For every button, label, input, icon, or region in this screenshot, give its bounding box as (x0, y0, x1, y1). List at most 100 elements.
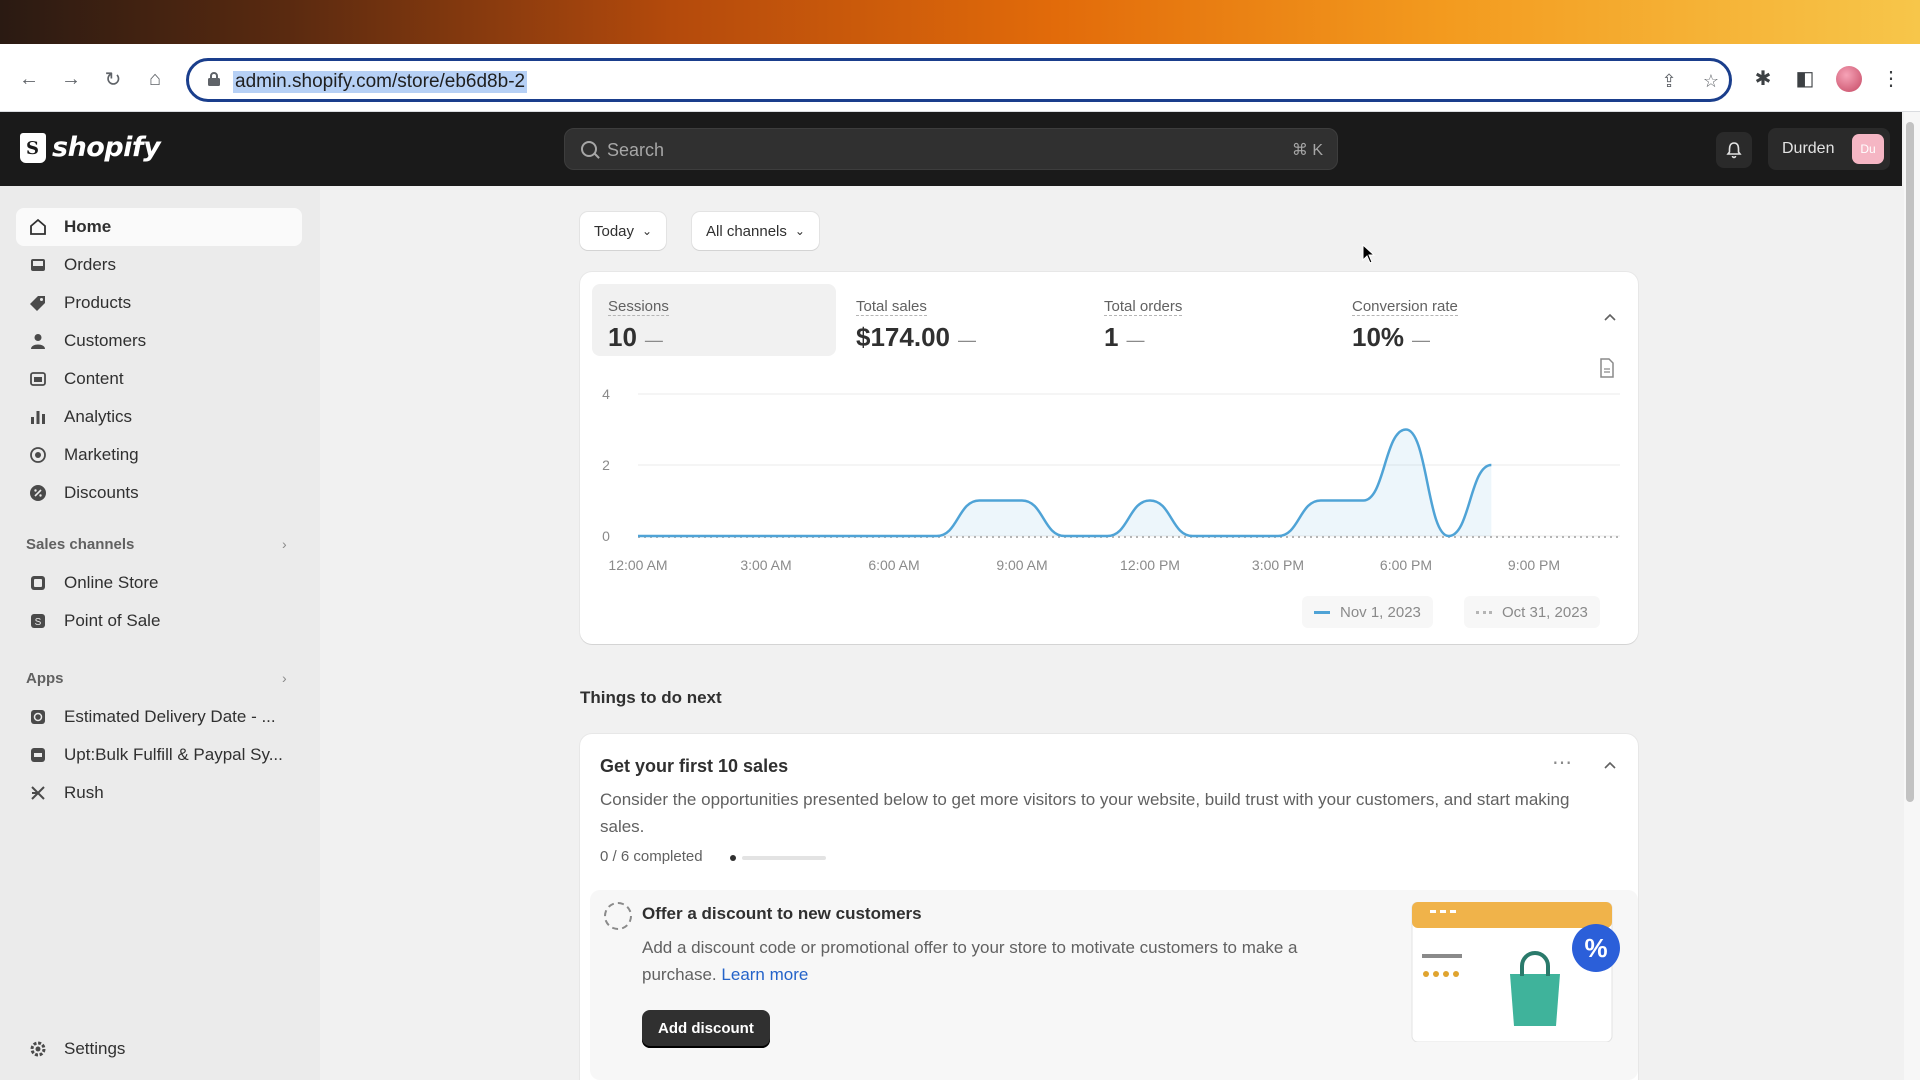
channel-filter-button[interactable]: All channels ⌄ (692, 212, 819, 250)
app-icon (28, 745, 48, 765)
sidebar-item-discounts[interactable]: Discounts (16, 474, 302, 512)
sidebar-item-label: Discounts (64, 483, 139, 502)
sidebar-item-label: Rush (64, 783, 104, 802)
discount-illustration: % (1411, 902, 1620, 1042)
search-input[interactable]: Search ⌘ K (564, 128, 1338, 170)
sidebar-item-label: Content (64, 369, 124, 388)
task-status-icon[interactable] (604, 902, 632, 930)
chevron-up-icon[interactable] (1602, 758, 1618, 774)
sidebar-item-settings[interactable]: Settings (16, 1030, 302, 1068)
user-avatar: Du (1852, 134, 1884, 164)
x-tick-label: 3:00 AM (740, 557, 791, 573)
x-tick-label: 12:00 PM (1120, 557, 1180, 573)
sidebar-item-marketing[interactable]: Marketing (16, 436, 302, 474)
rush-icon (28, 783, 48, 803)
sidebar-item-home[interactable]: Home (16, 208, 302, 246)
things-to-do-heading: Things to do next (580, 688, 722, 707)
sidebar-item-label: Online Store (64, 573, 159, 592)
chevron-right-icon[interactable]: › (282, 536, 287, 552)
sidebar-item-app-bulk-fulfill[interactable]: Upt:Bulk Fulfill & Paypal Sy... (16, 736, 302, 774)
apps-heading[interactable]: Apps (26, 670, 64, 687)
search-shortcut: ⌘ K (1291, 142, 1323, 159)
legend-line-swatch (1314, 610, 1330, 614)
todo-card: Get your first 10 sales ⋯ Consider the o… (580, 734, 1638, 1080)
sidebar-item-orders[interactable]: Orders (16, 246, 302, 284)
x-tick-label: 12:00 AM (608, 557, 667, 573)
sidebar-item-online-store[interactable]: Online Store (16, 564, 302, 602)
search-icon (581, 141, 597, 157)
inbox-icon (28, 255, 48, 275)
sidebar-item-label: Settings (64, 1039, 126, 1058)
series-area-current (638, 429, 1492, 536)
progress-bar (742, 856, 826, 860)
sidebar-item-customers[interactable]: Customers (16, 322, 302, 360)
url-text[interactable]: admin.shopify.com/store/eb6d8b-2 (233, 71, 528, 93)
legend-current-period[interactable]: Nov 1, 2023 (1302, 596, 1433, 628)
extensions-icon[interactable]: ✱ (1750, 66, 1776, 92)
more-actions-icon[interactable]: ⋯ (1552, 750, 1572, 775)
person-icon (28, 331, 48, 351)
side-panel-icon[interactable]: ◧ (1792, 66, 1818, 92)
forward-icon[interactable]: → (58, 66, 84, 92)
date-filter-label: Today (594, 222, 635, 240)
browser-menu-icon[interactable]: ⋮ (1878, 66, 1904, 92)
home-browser-icon[interactable]: ⌂ (142, 66, 168, 92)
analytics-card: Sessions 10— Total sales $174.00— Total … (580, 272, 1638, 644)
sidebar: Home Orders Products Customers Content A… (0, 186, 320, 1080)
todo-card-description: Consider the opportunities presented bel… (600, 790, 1570, 836)
bookmark-star-icon[interactable]: ☆ (1699, 71, 1723, 95)
gear-icon (28, 1039, 48, 1059)
x-tick-label: 6:00 PM (1380, 557, 1432, 573)
sidebar-item-label: Marketing (64, 445, 139, 464)
progress-indicator-dot (730, 855, 736, 861)
discount-icon (28, 483, 48, 503)
reload-icon[interactable]: ↻ (100, 66, 126, 92)
shopify-logo[interactable]: shopify (20, 132, 161, 163)
channel-filter-label: All channels (706, 222, 787, 240)
search-placeholder: Search (607, 140, 665, 160)
sidebar-item-point-of-sale[interactable]: S Point of Sale (16, 602, 302, 640)
content-icon (28, 369, 48, 389)
x-tick-label: 9:00 PM (1508, 557, 1560, 573)
user-name: Durden (1782, 140, 1835, 157)
page-scrollbar-thumb[interactable] (1906, 122, 1914, 802)
account-menu-button[interactable]: Durden Du (1768, 128, 1890, 170)
task-description: Add a discount code or promotional offer… (642, 938, 1298, 984)
sidebar-item-analytics[interactable]: Analytics (16, 398, 302, 436)
sidebar-item-label: Orders (64, 255, 116, 274)
chevron-down-icon: ⌄ (794, 224, 805, 238)
chevron-right-icon[interactable]: › (282, 670, 287, 686)
sidebar-item-label: Analytics (64, 407, 133, 426)
sidebar-item-label: Estimated Delivery Date - ... (64, 707, 276, 726)
browser-profile-avatar[interactable] (1836, 66, 1862, 92)
back-icon[interactable]: ← (16, 66, 42, 92)
x-tick-label: 3:00 PM (1252, 557, 1304, 573)
sidebar-item-label: Home (64, 217, 112, 236)
bar-chart-icon (28, 407, 48, 427)
pos-icon: S (28, 611, 48, 631)
task-offer-discount[interactable]: Offer a discount to new customers Add a … (590, 890, 1638, 1080)
y-tick-label: 4 (602, 386, 610, 402)
browser-toolbar: ← → ↻ ⌂ admin.shopify.com/store/eb6d8b-2… (0, 44, 1920, 112)
sales-channels-heading[interactable]: Sales channels (26, 536, 134, 553)
sidebar-item-app-rush[interactable]: Rush (16, 774, 302, 812)
learn-more-link[interactable]: Learn more (721, 965, 808, 984)
notifications-button[interactable] (1716, 132, 1752, 168)
brand-wordmark: shopify (52, 132, 161, 163)
share-icon[interactable]: ⇪ (1657, 71, 1681, 95)
add-discount-button[interactable]: Add discount (642, 1010, 770, 1048)
lock-icon (208, 72, 220, 86)
address-bar[interactable]: admin.shopify.com/store/eb6d8b-2 ⇪ ☆ (186, 58, 1732, 102)
app-icon (28, 707, 48, 727)
sidebar-item-app-estimated-delivery[interactable]: Estimated Delivery Date - ... (16, 698, 302, 736)
bell-icon (1726, 142, 1742, 159)
legend-comparison-period[interactable]: Oct 31, 2023 (1464, 596, 1600, 628)
mouse-cursor-icon (1362, 244, 1376, 264)
sidebar-item-label: Customers (64, 331, 147, 350)
date-filter-button[interactable]: Today ⌄ (580, 212, 667, 250)
sidebar-item-products[interactable]: Products (16, 284, 302, 322)
y-tick-label: 2 (602, 457, 610, 473)
sidebar-item-content[interactable]: Content (16, 360, 302, 398)
sidebar-item-label: Products (64, 293, 132, 312)
chevron-down-icon: ⌄ (642, 224, 653, 238)
